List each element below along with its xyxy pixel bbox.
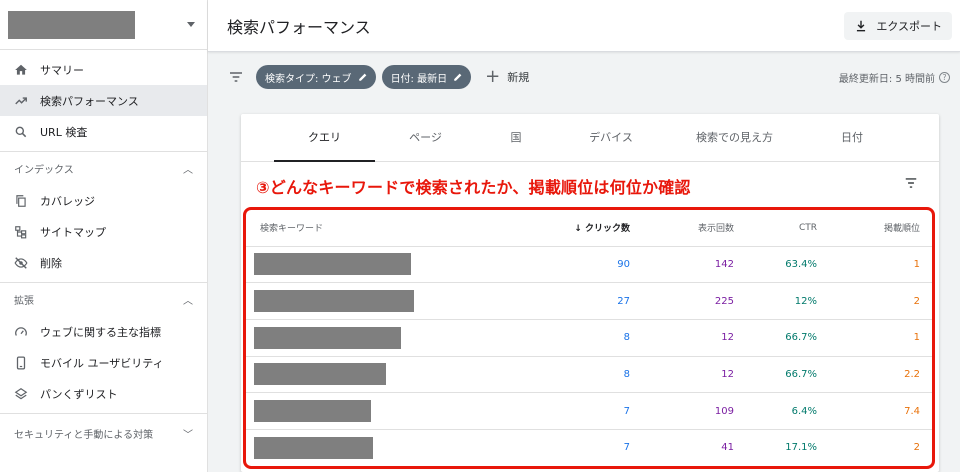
export-label: エクスポート <box>876 20 942 33</box>
section-enhancements-header[interactable]: 拡張 ︿ <box>0 282 207 316</box>
sidebar-item-label: サイトマップ <box>40 225 106 239</box>
annotation-text: ③どんなキーワードで検索されたか、掲載順位は何位か確認 <box>256 178 691 197</box>
add-filter-button[interactable]: + 新規 <box>485 68 529 86</box>
section-title: セキュリティと手動による対策 <box>14 430 154 441</box>
table-filter-icon[interactable] <box>903 176 919 190</box>
tab-devices[interactable]: デバイス <box>556 113 666 161</box>
sidebar-item-performance[interactable]: 検索パフォーマンス <box>0 85 207 116</box>
dimension-tabs: クエリ ページ 国 デバイス 検索での見え方 日付 <box>241 114 939 162</box>
export-button[interactable]: エクスポート <box>844 12 952 40</box>
sidebar-item-sitemap[interactable]: サイトマップ <box>0 216 207 247</box>
sitemap-icon <box>14 225 28 239</box>
layers-icon <box>14 387 28 401</box>
page-title: 検索パフォーマンス <box>227 17 371 37</box>
download-icon <box>857 20 866 32</box>
trending-icon <box>14 94 28 108</box>
highlight-frame <box>243 207 935 469</box>
phone-icon <box>14 356 28 370</box>
sidebar-item-label: サマリー <box>40 63 84 77</box>
copy-icon <box>14 194 28 208</box>
tab-pages[interactable]: ページ <box>375 113 476 161</box>
section-security-header[interactable]: セキュリティと手動による対策 ﹀ <box>0 413 207 457</box>
search-icon <box>14 125 28 139</box>
sidebar: サマリー 検索パフォーマンス URL 検査 インデックス ︿ カバレッジ サイト… <box>0 0 208 472</box>
sidebar-item-coverage[interactable]: カバレッジ <box>0 185 207 216</box>
pencil-icon <box>454 73 462 81</box>
chevron-up-icon: ︿ <box>183 165 193 176</box>
sidebar-item-label: ウェブに関する主な指標 <box>40 325 161 339</box>
section-title: インデックス <box>14 165 74 176</box>
pencil-icon <box>358 73 366 81</box>
sidebar-item-label: パンくずリスト <box>40 387 118 401</box>
add-filter-label: 新規 <box>507 71 530 84</box>
sidebar-item-label: 削除 <box>40 256 62 270</box>
results-card: クエリ ページ 国 デバイス 検索での見え方 日付 ③どんなキーワードで検索され… <box>241 114 939 472</box>
date-chip[interactable]: 日付: 最新日 <box>381 65 472 89</box>
caret-down-icon <box>187 22 195 27</box>
last-updated-text: 最終更新日: 5 時間前 <box>838 73 935 85</box>
filter-icon[interactable] <box>228 69 244 85</box>
help-icon[interactable]: ? <box>939 71 950 83</box>
speed-icon <box>14 325 28 339</box>
sidebar-item-label: URL 検査 <box>40 125 88 139</box>
tab-dates[interactable]: 日付 <box>803 113 901 161</box>
sidebar-item-label: 検索パフォーマンス <box>40 94 139 108</box>
eye-off-icon <box>14 256 28 270</box>
tab-countries[interactable]: 国 <box>476 113 556 161</box>
search-type-chip[interactable]: 検索タイプ: ウェブ <box>256 65 376 89</box>
sidebar-item-label: モバイル ユーザビリティ <box>40 356 164 370</box>
property-name-redacted <box>8 10 135 39</box>
sidebar-item-core-web-vitals[interactable]: ウェブに関する主な指標 <box>0 316 207 347</box>
sidebar-item-mobile-usability[interactable]: モバイル ユーザビリティ <box>0 347 207 378</box>
plus-icon: + <box>485 66 501 87</box>
sidebar-item-breadcrumbs[interactable]: パンくずリスト <box>0 378 207 409</box>
last-updated: 最終更新日: 5 時間前 ? <box>839 70 950 85</box>
chevron-up-icon: ︿ <box>183 296 193 307</box>
section-index-header[interactable]: インデックス ︿ <box>0 151 207 185</box>
filter-bar: 検索タイプ: ウェブ 日付: 最新日 + 新規 最終更新日: 5 時間前 ? <box>208 52 960 102</box>
chevron-down-icon: ﹀ <box>183 430 193 441</box>
property-selector[interactable] <box>0 0 207 50</box>
sidebar-item-label: カバレッジ <box>40 194 95 208</box>
chip-label: 日付: 最新日 <box>390 73 448 85</box>
sidebar-item-summary[interactable]: サマリー <box>0 54 207 85</box>
top-header: 検索パフォーマンス エクスポート <box>208 0 960 52</box>
tab-queries[interactable]: クエリ <box>274 113 375 162</box>
home-icon <box>14 63 28 77</box>
tab-search-appearance[interactable]: 検索での見え方 <box>666 113 803 161</box>
sidebar-item-url-inspection[interactable]: URL 検査 <box>0 116 207 147</box>
chip-label: 検索タイプ: ウェブ <box>265 73 352 85</box>
section-title: 拡張 <box>14 296 34 307</box>
sidebar-item-removals[interactable]: 削除 <box>0 247 207 278</box>
